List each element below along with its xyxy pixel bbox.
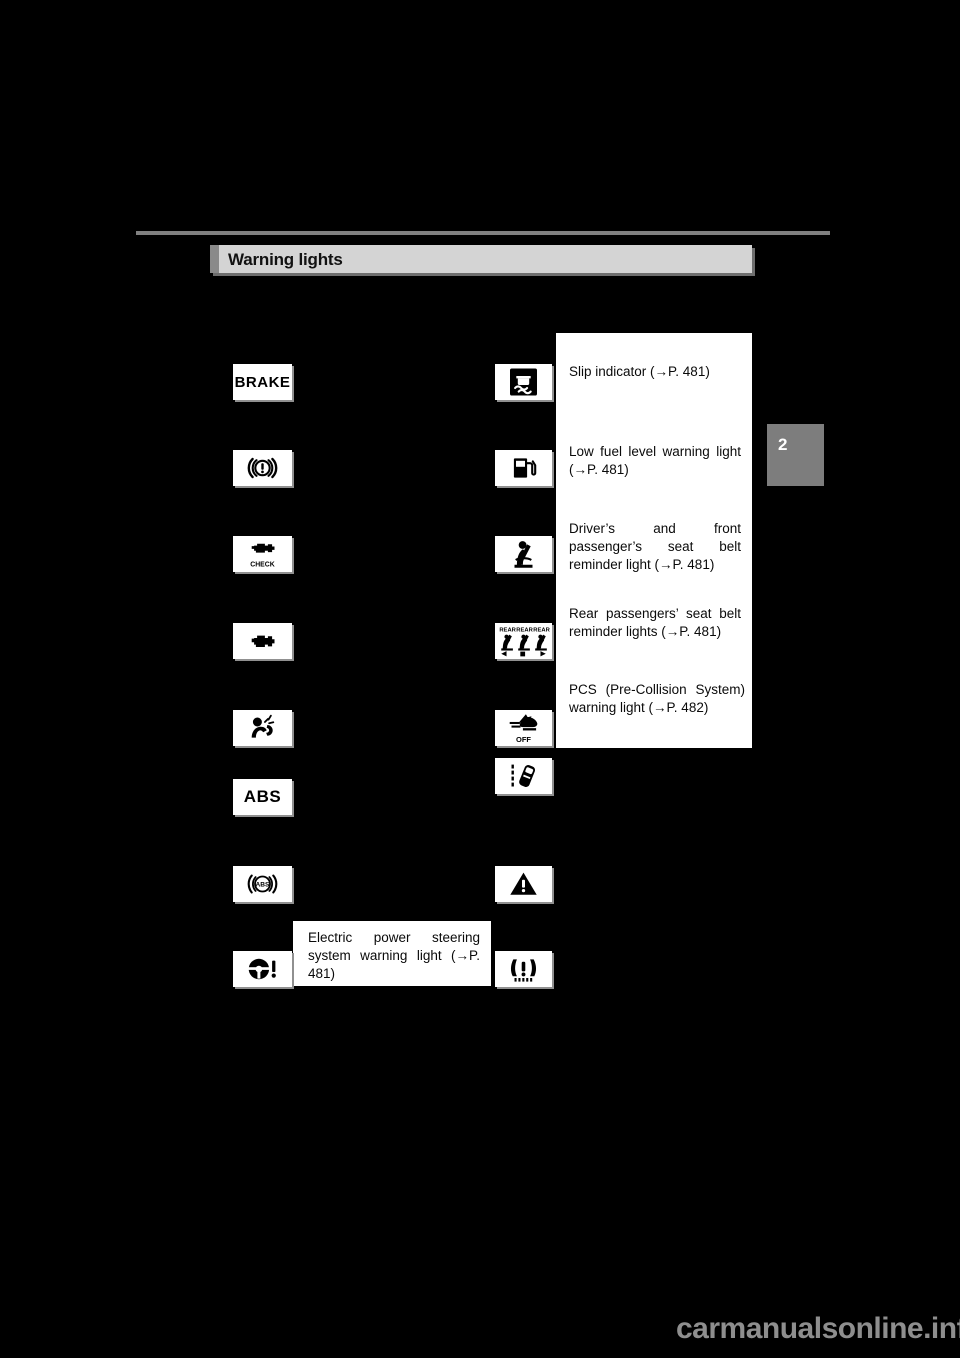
rear-seat-belt-reminder-lights-icon: REAR REAR REAR [495,623,552,659]
right-caption-panel: Slip indicator (→P. 481) Low fuel level w… [556,333,752,748]
section-header-accent-bar [210,245,219,273]
eps-warning-caption: Electric power steering system warning l… [308,930,480,981]
low-fuel-caption: Low fuel level warning light (→P. 481) [569,444,741,477]
malfunction-indicator-lamp-icon [233,623,292,659]
page-title: Warning lights [228,250,343,269]
page-header-rule [136,231,830,235]
svg-text:CHECK: CHECK [250,562,275,569]
chapter-tab-number: 2 [778,435,788,454]
brake-system-warning-light-circle-icon [233,450,292,486]
electric-power-steering-warning-light-icon [233,951,292,987]
low-fuel-level-warning-light-icon [495,450,552,486]
svg-text:REAR: REAR [499,627,516,633]
pcs-warning-light-icon: OFF [495,710,552,746]
check-engine-warning-light-icon: CHECK [233,536,292,572]
srs-airbag-warning-light-icon [233,710,292,746]
brake-assist-warning-light-icon: ABS [233,866,292,902]
chapter-tab: 2 [767,424,824,486]
svg-text:OFF: OFF [516,735,531,743]
slip-indicator-caption: Slip indicator (→P. 481) [569,364,710,379]
svg-text:REAR: REAR [533,627,550,633]
eps-caption-panel: Electric power steering system warning l… [293,921,491,986]
svg-text:ABS: ABS [256,881,271,888]
slip-indicator-light-icon [495,364,552,400]
section-header: Warning lights [210,245,752,273]
lane-departure-alert-indicator-icon [495,758,552,794]
front-seatbelt-caption: Driver’s and front passenger’s seat belt… [569,521,741,572]
pcs-warning-caption: PCS (Pre-Collision System) warning light… [569,682,745,715]
svg-text:REAR: REAR [516,627,533,633]
brake-system-warning-light-icon: BRAKE [233,364,292,400]
site-watermark: carmanualsonline.info [676,1312,960,1345]
front-seat-belt-reminder-light-icon [495,536,552,572]
tire-pressure-warning-light-icon [495,951,552,987]
master-warning-light-icon [495,866,552,902]
abs-warning-light-icon: ABS [233,779,292,815]
rear-seatbelt-caption: Rear passengers’ seat belt reminder ligh… [569,606,741,639]
